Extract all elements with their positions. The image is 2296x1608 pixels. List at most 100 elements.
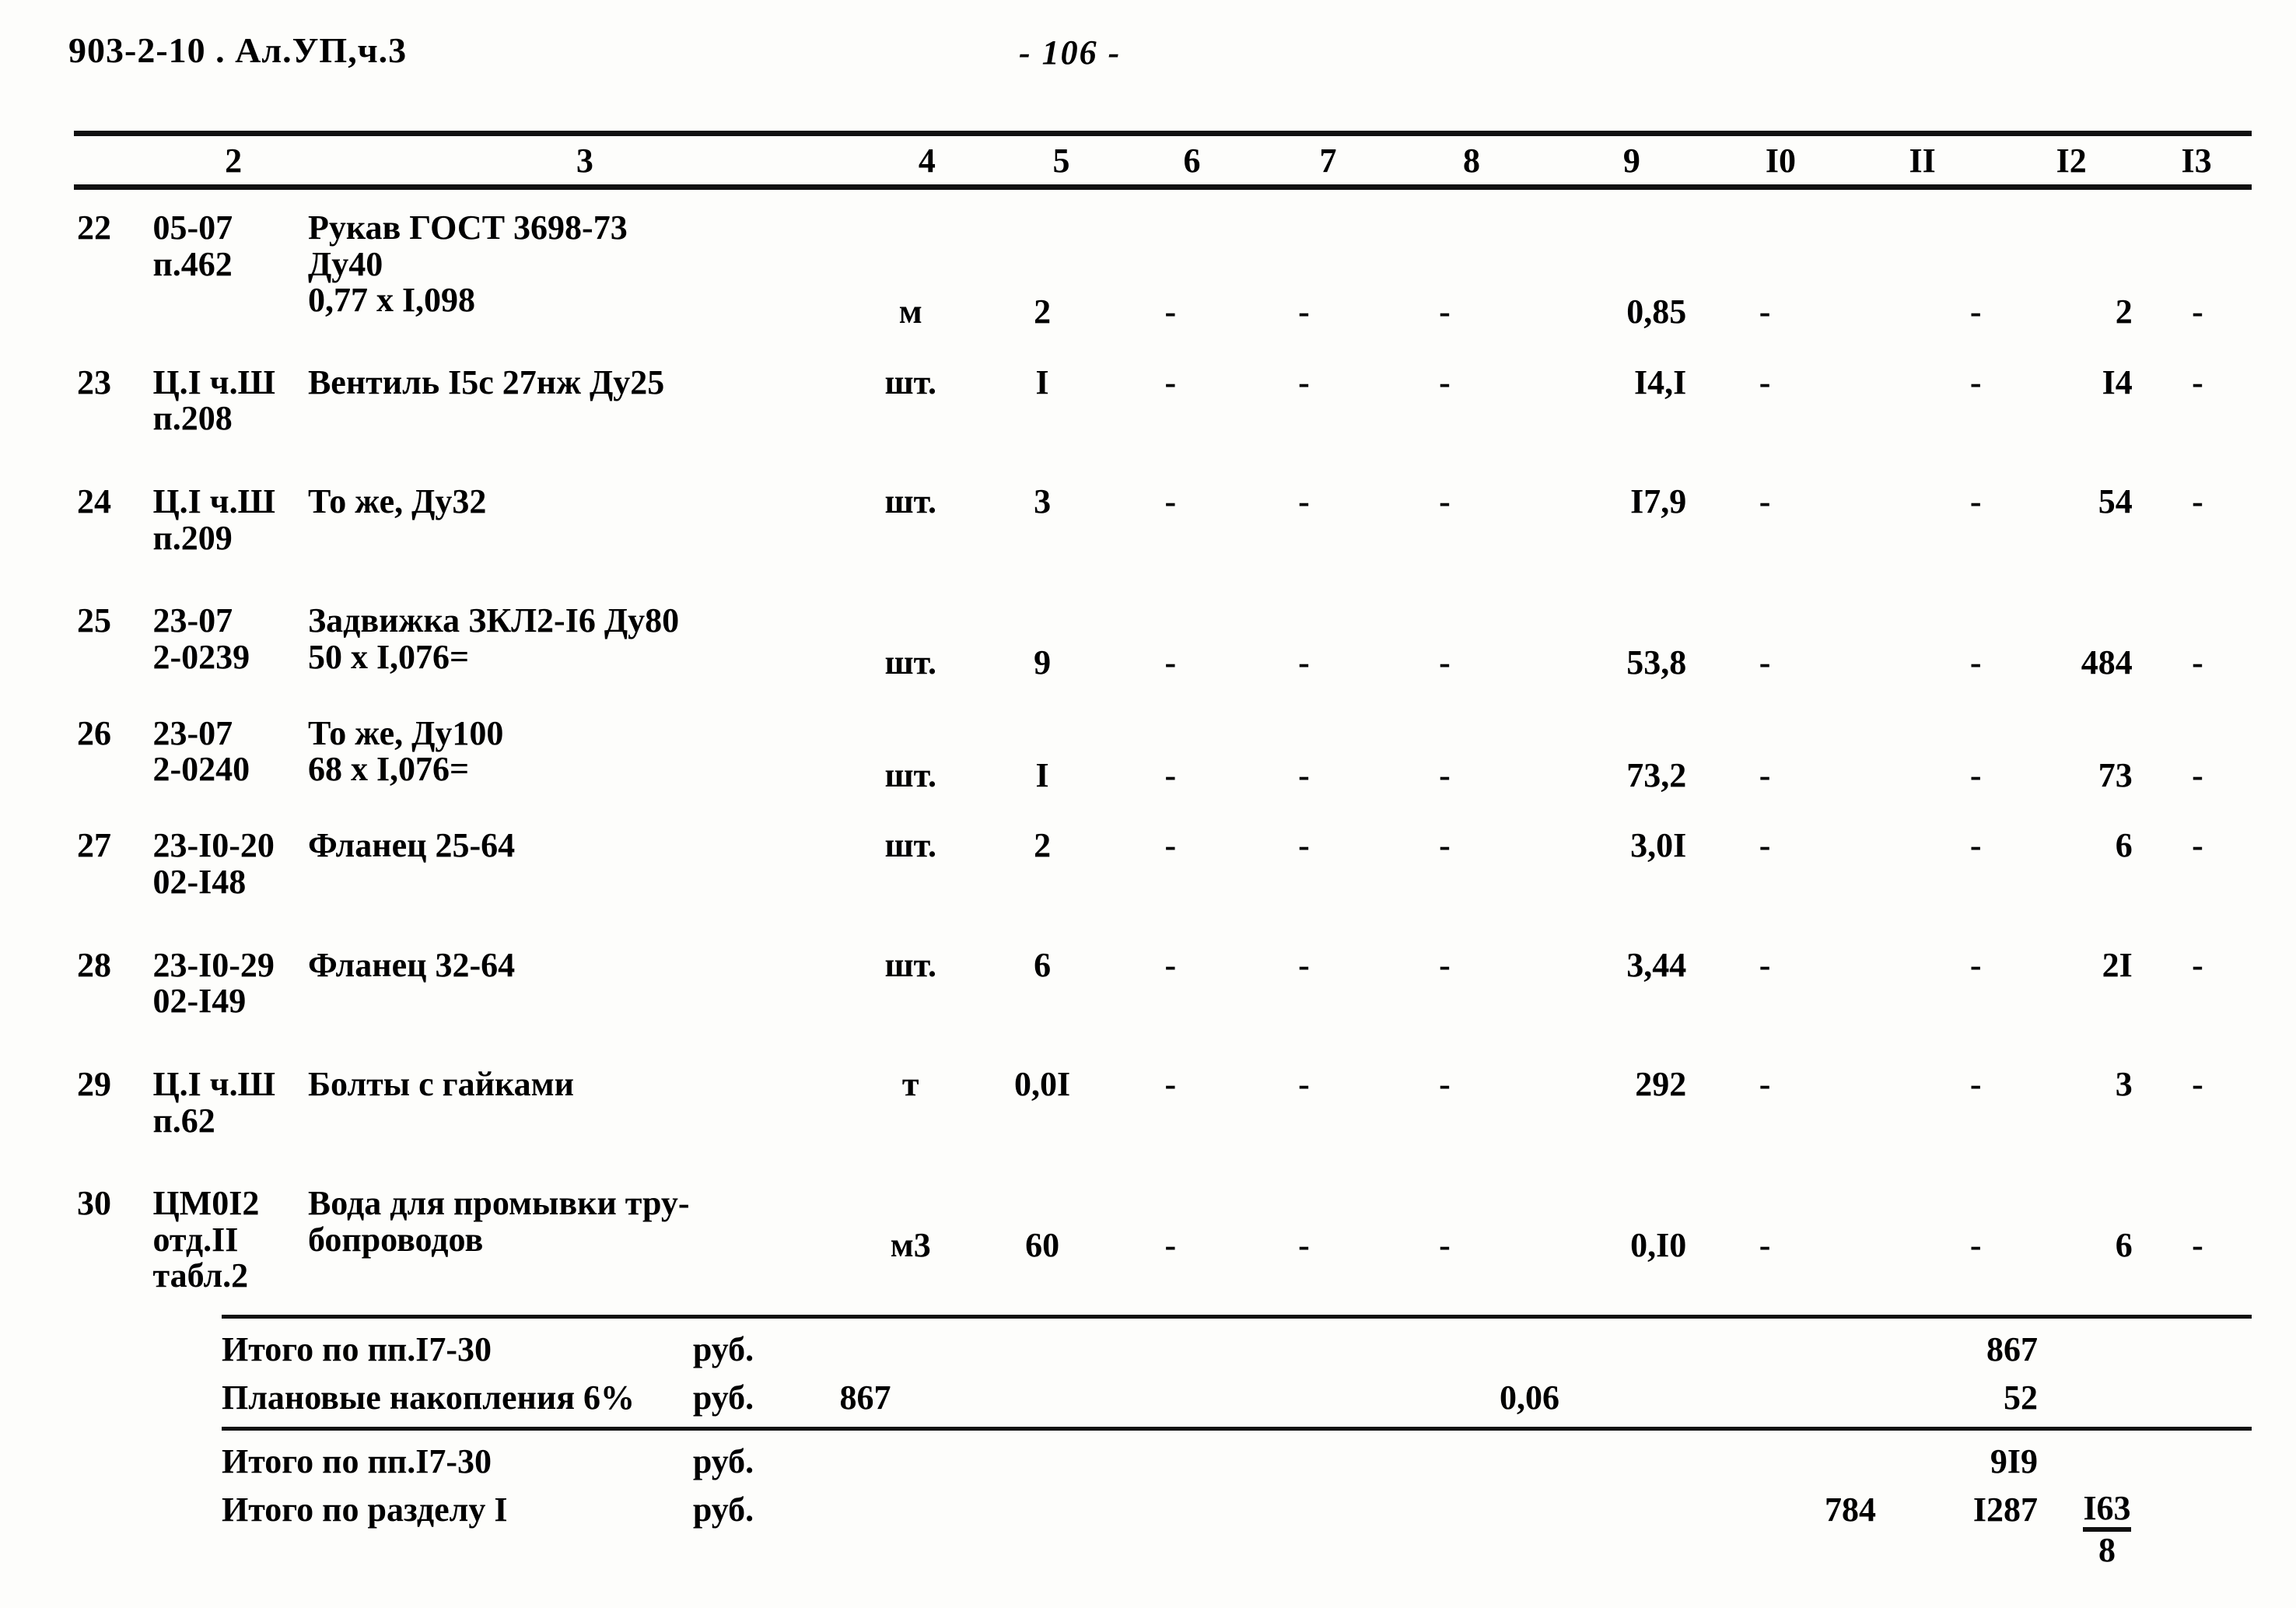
row-name: То же, Ду100 68 х I,076= <box>307 713 504 789</box>
row-col6: - <box>1164 482 1177 520</box>
row-col11: - <box>1969 826 1982 865</box>
row-col12: 73 <box>2098 755 2133 794</box>
row-code: Ц.I ч.Ш п.62 <box>152 1064 275 1140</box>
column-header-cell: 5 <box>1052 141 1070 180</box>
row-col7: - <box>1298 1064 1310 1103</box>
row-col13: - <box>2192 482 2203 520</box>
row-qty: 2 <box>1034 293 1052 331</box>
summary-row: Итого по пп.I7-30 руб. 9I9 <box>74 1442 2252 1480</box>
column-header-cell: 3 <box>576 141 593 180</box>
row-col13: - <box>2192 1064 2203 1103</box>
table-row: 28 23-I0-29 02-I49 Фланец 32-64 шт. 6 - … <box>74 945 2252 1021</box>
row-code: ЦМ0I2 отд.II табл.2 <box>152 1184 260 1295</box>
summary-label: Итого по пп.I7-30 <box>222 1442 492 1480</box>
summary-unit: руб. <box>692 1379 754 1417</box>
row-col12: I4 <box>2102 363 2133 401</box>
fraction-denominator: 8 <box>2083 1527 2131 1568</box>
row-col8: - <box>1439 482 1451 520</box>
row-col8: - <box>1439 826 1451 865</box>
row-col10: - <box>1759 482 1771 520</box>
row-col8: - <box>1439 363 1451 401</box>
summary-row: Итого по пп.I7-30 руб. 867 <box>74 1330 2252 1368</box>
row-unit: шт. <box>884 482 936 520</box>
column-header-cell: II <box>1909 141 1936 180</box>
row-qty: 6 <box>1034 945 1052 984</box>
page-number: - 106 - <box>1019 33 1122 72</box>
column-header-cell: I3 <box>2181 141 2212 180</box>
row-col10: - <box>1759 643 1771 682</box>
row-unit: т <box>901 1064 919 1103</box>
row-col6: - <box>1164 643 1177 682</box>
estimate-table: 2 3 4 5 6 7 8 9 I0 II I2 I3 22 05-07 п.4… <box>74 131 2252 1575</box>
row-col8: - <box>1439 643 1451 682</box>
fraction: I63 8 <box>2083 1489 2131 1568</box>
row-col12: 2I <box>2102 945 2133 984</box>
row-col12: 6 <box>2115 1226 2133 1265</box>
row-col9: 3,44 <box>1626 945 1687 984</box>
row-col7: - <box>1298 826 1310 865</box>
row-name: Фланец 32-64 <box>307 945 516 984</box>
row-col9: 3,0I <box>1630 826 1687 865</box>
row-qty: 60 <box>1025 1226 1060 1265</box>
row-number: 28 <box>77 945 111 984</box>
row-name: Фланец 25-64 <box>307 826 516 865</box>
column-header-cell: 7 <box>1319 141 1337 180</box>
row-col6: - <box>1164 293 1177 331</box>
row-qty: 9 <box>1034 643 1052 682</box>
row-number: 25 <box>77 601 111 640</box>
row-col10: - <box>1759 755 1771 794</box>
row-col13: - <box>2192 643 2203 682</box>
summary-col13-fraction: I63 8 <box>2049 1491 2165 1569</box>
row-col7: - <box>1298 293 1310 331</box>
row-col12: 2 <box>2115 293 2133 331</box>
row-col9: 73,2 <box>1626 755 1687 794</box>
row-col10: - <box>1759 1226 1771 1265</box>
row-col11: - <box>1969 643 1982 682</box>
table-row: 26 23-07 2-0240 То же, Ду100 68 х I,076=… <box>74 713 2252 794</box>
row-col10: - <box>1759 1064 1771 1103</box>
summary-block-interim: Итого по пп.I7-30 руб. 867 Плановые нако… <box>74 1319 2252 1427</box>
row-col8: - <box>1439 1064 1451 1103</box>
row-code: 23-I0-29 02-I49 <box>152 945 275 1021</box>
row-code: 05-07 п.462 <box>152 208 233 283</box>
row-unit: шт. <box>884 945 936 984</box>
row-name: Вентиль I5с 27нж Ду25 <box>307 363 665 401</box>
row-col11: - <box>1969 1064 1982 1103</box>
row-number: 22 <box>77 208 111 247</box>
row-col11: - <box>1969 363 1982 401</box>
summary-col9: 0,06 <box>1500 1379 1559 1417</box>
row-col6: - <box>1164 363 1177 401</box>
row-qty: 3 <box>1034 482 1052 520</box>
row-col9: 53,8 <box>1626 643 1687 682</box>
table-row: 29 Ц.I ч.Ш п.62 Болты с гайками т 0,0I -… <box>74 1064 2252 1140</box>
fraction-numerator: I63 <box>2083 1489 2131 1528</box>
summary-qty: 867 <box>839 1379 891 1417</box>
row-number: 23 <box>77 363 111 401</box>
table-row: 30 ЦМ0I2 отд.II табл.2 Вода для промывки… <box>74 1184 2252 1295</box>
row-col13: - <box>2192 293 2203 331</box>
row-unit: м3 <box>890 1226 931 1265</box>
summary-col11: 784 <box>1825 1491 1876 1529</box>
row-unit: шт. <box>884 643 936 682</box>
row-col6: - <box>1164 1064 1177 1103</box>
row-col10: - <box>1759 826 1771 865</box>
row-col12: 6 <box>2115 826 2133 865</box>
table-row: 24 Ц.I ч.Ш п.209 То же, Ду32 шт. 3 - - -… <box>74 482 2252 556</box>
summary-unit: руб. <box>692 1442 754 1480</box>
summary-col12: 9I9 <box>1990 1442 2038 1480</box>
document-page: 903-2-10 . Ал.УП,ч.3 - 106 - 2 3 4 5 6 7… <box>0 0 2296 1608</box>
row-name: Рукав ГОСТ 3698-73 Ду40 0,77 х I,098 <box>307 208 628 320</box>
summary-col12: I287 <box>1972 1491 2038 1529</box>
row-col13: - <box>2192 945 2203 984</box>
document-header: 903-2-10 . Ал.УП,ч.3 - 106 - <box>0 23 2296 78</box>
row-qty: I <box>1035 755 1049 794</box>
row-col13: - <box>2192 1226 2203 1265</box>
row-col12: 484 <box>2081 643 2133 682</box>
row-col10: - <box>1759 945 1771 984</box>
column-header-cell: 6 <box>1183 141 1201 180</box>
row-col12: 54 <box>2098 482 2133 520</box>
table-row: 23 Ц.I ч.Ш п.208 Вентиль I5с 27нж Ду25 ш… <box>74 363 2252 437</box>
row-col9: I4,I <box>1634 363 1687 401</box>
row-col8: - <box>1439 1226 1451 1265</box>
document-code: 903-2-10 . Ал.УП,ч.3 <box>68 30 408 70</box>
